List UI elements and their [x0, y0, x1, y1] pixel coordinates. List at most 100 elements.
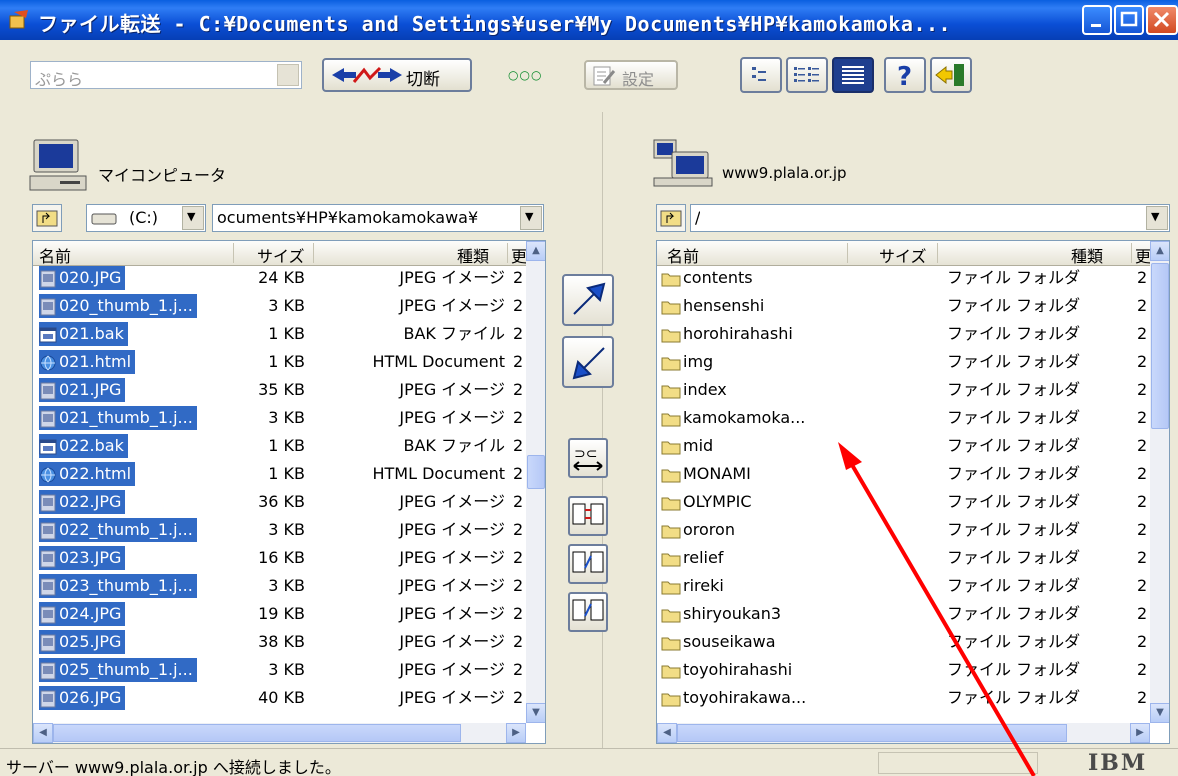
site-select[interactable]: ぷらら	[30, 61, 302, 89]
file-row[interactable]: 020.JPG 24 KB JPEG イメージ 2	[33, 265, 545, 291]
drive-select[interactable]: (C:)	[86, 204, 206, 232]
download-button[interactable]	[562, 336, 614, 388]
scroll-up-icon[interactable]: ▲	[526, 241, 545, 261]
folder-row[interactable]: toyohirahashi ファイル フォルダ 2	[657, 657, 1169, 683]
scroll-right-icon[interactable]: ▶	[506, 723, 526, 743]
scroll-right-icon[interactable]: ▶	[1130, 723, 1150, 743]
folder-name-cell: toyohirahashi	[661, 658, 796, 682]
column-header-type[interactable]: 種類	[1071, 243, 1103, 267]
file-row[interactable]: 023.JPG 16 KB JPEG イメージ 2	[33, 545, 545, 571]
folder-row[interactable]: contents ファイル フォルダ 2	[657, 265, 1169, 291]
column-header-name[interactable]: 名前	[39, 243, 71, 267]
scroll-left-icon[interactable]: ◀	[657, 723, 677, 743]
scrollbar-thumb[interactable]	[1151, 263, 1169, 429]
column-header-date[interactable]: 更	[511, 243, 527, 267]
folder-row[interactable]: relief ファイル フォルダ 2	[657, 545, 1169, 571]
folder-type: ファイル フォルダ	[947, 268, 1081, 287]
folder-row[interactable]: shiryoukan3 ファイル フォルダ 2	[657, 601, 1169, 627]
file-row[interactable]: 022.bak 1 KB BAK ファイル 2	[33, 433, 545, 459]
folder-row[interactable]: hensenshi ファイル フォルダ 2	[657, 293, 1169, 319]
column-header-name[interactable]: 名前	[667, 243, 699, 267]
settings-button[interactable]: 設定	[584, 60, 678, 90]
folder-name-cell: toyohirakawa...	[661, 686, 810, 710]
local-vertical-scrollbar[interactable]: ▲ ▼	[526, 241, 545, 723]
mirror-download-button[interactable]	[568, 592, 608, 632]
scroll-down-icon[interactable]: ▼	[1150, 703, 1169, 723]
file-row[interactable]: 025.JPG 38 KB JPEG イメージ 2	[33, 629, 545, 655]
sync-button[interactable]: ⊃⊂	[568, 438, 608, 478]
help-button[interactable]: ?	[884, 57, 926, 93]
folder-row[interactable]: MONAMI ファイル フォルダ 2	[657, 461, 1169, 487]
file-row[interactable]: 021.bak 1 KB BAK ファイル 2	[33, 321, 545, 347]
chevron-down-icon[interactable]	[277, 64, 299, 86]
scrollbar-thumb[interactable]	[677, 724, 1067, 742]
local-up-folder-button[interactable]	[32, 204, 62, 232]
folder-row[interactable]: ororon ファイル フォルダ 2	[657, 517, 1169, 543]
file-row[interactable]: 021.html 1 KB HTML Document 2	[33, 349, 545, 375]
scroll-down-icon[interactable]: ▼	[526, 703, 545, 723]
file-row[interactable]: 024.JPG 19 KB JPEG イメージ 2	[33, 601, 545, 627]
file-size: 36 KB	[258, 492, 305, 511]
folder-row[interactable]: mid ファイル フォルダ 2	[657, 433, 1169, 459]
local-horizontal-scrollbar[interactable]: ◀ ▶	[33, 723, 526, 743]
maximize-button[interactable]	[1114, 5, 1144, 35]
file-row[interactable]: 020_thumb_1.j... 3 KB JPEG イメージ 2	[33, 293, 545, 319]
local-file-list[interactable]: 名前 サイズ 種類 更 020.JPG 24 KB JPEG イメージ 2 020_th…	[32, 240, 546, 744]
upload-button[interactable]	[562, 274, 614, 326]
folder-row[interactable]: toyohirakawa... ファイル フォルダ 2	[657, 685, 1169, 711]
file-row[interactable]: 025_thumb_1.j... 3 KB JPEG イメージ 2	[33, 657, 545, 683]
column-header-size[interactable]: サイズ	[257, 243, 305, 267]
upload-arrow-icon	[573, 282, 606, 315]
file-name: 021.bak	[59, 324, 124, 343]
remote-up-folder-button[interactable]	[656, 204, 686, 232]
file-name-cell: 022.html	[39, 462, 136, 486]
folder-icon	[661, 665, 681, 678]
column-header-size[interactable]: サイズ	[879, 243, 927, 267]
title-bar[interactable]: ファイル転送 - C:¥Documents and Settings¥user¥…	[0, 0, 1178, 40]
folder-icon	[661, 469, 681, 482]
file-row[interactable]: 021_thumb_1.j... 3 KB JPEG イメージ 2	[33, 405, 545, 431]
mirror-upload-button[interactable]	[568, 544, 608, 584]
folder-name: img	[683, 352, 714, 371]
bak-file-icon	[39, 439, 57, 454]
file-row[interactable]: 022_thumb_1.j... 3 KB JPEG イメージ 2	[33, 517, 545, 543]
file-row[interactable]: 023_thumb_1.j... 3 KB JPEG イメージ 2	[33, 573, 545, 599]
column-header-date[interactable]: 更	[1135, 243, 1151, 267]
folder-row[interactable]: souseikawa ファイル フォルダ 2	[657, 629, 1169, 655]
folder-row[interactable]: OLYMPIC ファイル フォルダ 2	[657, 489, 1169, 515]
chevron-down-icon[interactable]	[182, 206, 204, 230]
local-path-select[interactable]: ocuments¥HP¥kamokamokawa¥	[212, 204, 544, 232]
file-size: 38 KB	[258, 632, 305, 651]
file-name-cell: 021.html	[39, 350, 136, 374]
column-header-type[interactable]: 種類	[457, 243, 489, 267]
scroll-left-icon[interactable]: ◀	[33, 723, 53, 743]
chevron-down-icon[interactable]	[1146, 206, 1168, 230]
folder-row[interactable]: horohirahashi ファイル フォルダ 2	[657, 321, 1169, 347]
compare-button[interactable]	[568, 496, 608, 536]
disconnect-button[interactable]: 切断	[322, 58, 472, 92]
folder-row[interactable]: rireki ファイル フォルダ 2	[657, 573, 1169, 599]
exit-button[interactable]	[930, 57, 972, 93]
small-icons-view-button[interactable]	[740, 57, 782, 93]
remote-vertical-scrollbar[interactable]: ▲ ▼	[1150, 241, 1169, 723]
file-row[interactable]: 021.JPG 35 KB JPEG イメージ 2	[33, 377, 545, 403]
remote-horizontal-scrollbar[interactable]: ◀ ▶	[657, 723, 1150, 743]
scrollbar-thumb[interactable]	[53, 724, 461, 742]
folder-row[interactable]: img ファイル フォルダ 2	[657, 349, 1169, 375]
file-row[interactable]: 022.JPG 36 KB JPEG イメージ 2	[33, 489, 545, 515]
remote-file-list[interactable]: 名前 サイズ 種類 更 contents ファイル フォルダ 2 hensenshi フ…	[656, 240, 1170, 744]
close-button[interactable]	[1146, 5, 1178, 35]
scrollbar-thumb[interactable]	[527, 455, 545, 489]
file-row[interactable]: 022.html 1 KB HTML Document 2	[33, 461, 545, 487]
details-view-button[interactable]	[832, 57, 874, 93]
folder-row[interactable]: index ファイル フォルダ 2	[657, 377, 1169, 403]
remote-path-select[interactable]: /	[690, 204, 1170, 232]
list-view-button[interactable]	[786, 57, 828, 93]
folder-type: ファイル フォルダ	[947, 632, 1081, 651]
scroll-up-icon[interactable]: ▲	[1150, 241, 1169, 261]
folder-icon	[661, 693, 681, 706]
file-row[interactable]: 026.JPG 40 KB JPEG イメージ 2	[33, 685, 545, 711]
minimize-button[interactable]	[1082, 5, 1112, 35]
chevron-down-icon[interactable]	[520, 206, 542, 230]
folder-row[interactable]: kamokamoka... ファイル フォルダ 2	[657, 405, 1169, 431]
